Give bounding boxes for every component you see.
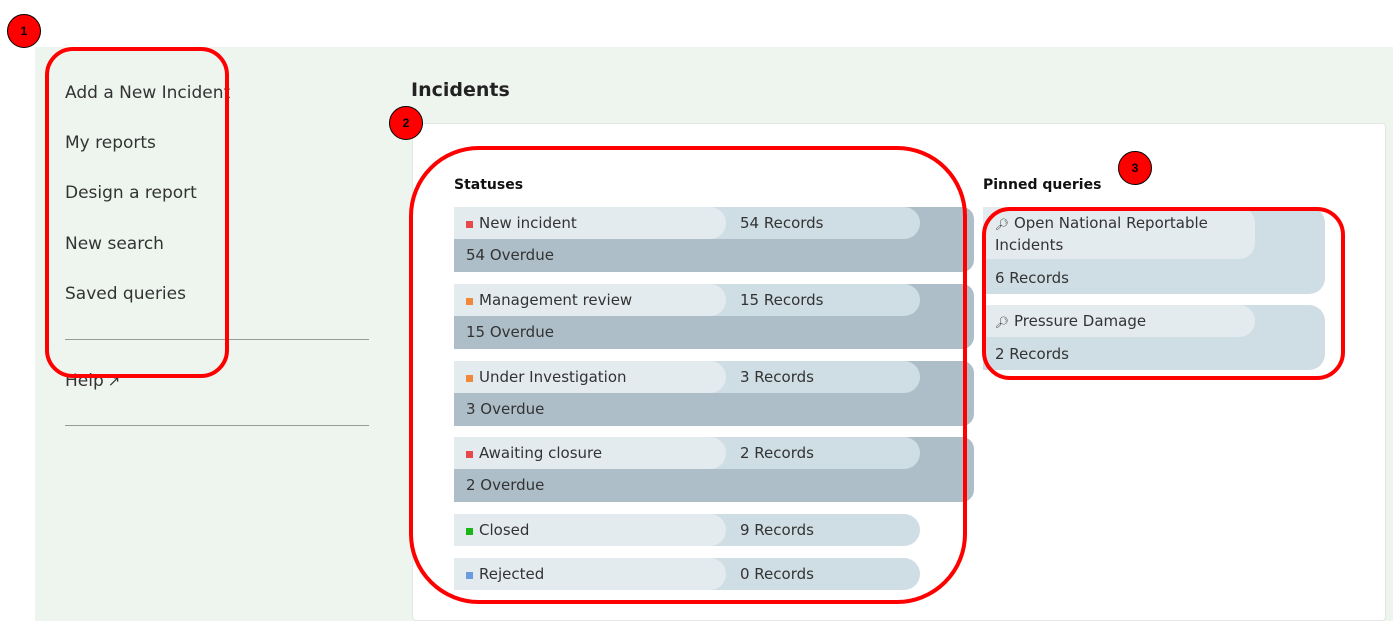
pinned-query-name: 🔍︎ Open National Reportable Incidents bbox=[995, 213, 1245, 255]
status-overdue-count: 2 Overdue bbox=[466, 476, 545, 494]
sidebar-item-my-reports[interactable]: My reports bbox=[65, 133, 156, 153]
page-title: Incidents bbox=[411, 79, 510, 101]
status-name: Rejected bbox=[479, 565, 545, 583]
search-icon: 🔍︎ bbox=[995, 316, 1009, 329]
sidebar-item-new-search[interactable]: New search bbox=[65, 234, 164, 254]
pinned-query-record-count: 6 Records bbox=[995, 269, 1069, 287]
status-name: Management review bbox=[479, 291, 633, 309]
status-color-dot bbox=[466, 528, 473, 535]
status-name: Closed bbox=[479, 521, 530, 539]
status-name: New incident bbox=[479, 214, 577, 232]
status-color-dot bbox=[466, 572, 473, 579]
external-link-icon: ↗ bbox=[107, 372, 121, 390]
sidebar-item-saved-queries[interactable]: Saved queries bbox=[65, 284, 186, 304]
status-record-count: 54 Records bbox=[740, 214, 824, 232]
status-record-count: 2 Records bbox=[740, 444, 814, 462]
status-overdue-count: 54 Overdue bbox=[466, 246, 554, 264]
sidebar-divider bbox=[65, 339, 369, 340]
status-color-dot bbox=[466, 298, 473, 305]
status-record-count: 0 Records bbox=[740, 565, 814, 583]
statuses-heading: Statuses bbox=[454, 177, 524, 193]
annotation-badge-3: 3 bbox=[1118, 151, 1152, 185]
status-record-count: 3 Records bbox=[740, 368, 814, 386]
pinned-query-name: 🔍︎ Pressure Damage bbox=[995, 311, 1245, 333]
incidents-app: Add a New Incident My reports Design a r… bbox=[35, 47, 1393, 621]
sidebar-divider bbox=[65, 425, 369, 426]
pinned-query-label: Pressure Damage bbox=[1013, 312, 1147, 330]
annotation-badge-2: 2 bbox=[389, 106, 423, 140]
status-name: Awaiting closure bbox=[479, 444, 603, 462]
status-overdue-count: 3 Overdue bbox=[466, 400, 545, 418]
sidebar-item-design-report[interactable]: Design a report bbox=[65, 183, 197, 203]
status-color-dot bbox=[466, 375, 473, 382]
pinned-query-open-national-reportable-incidents[interactable]: 🔍︎ Open National Reportable Incidents 6 R… bbox=[983, 207, 1325, 294]
status-color-dot bbox=[466, 451, 473, 458]
status-record-count: 9 Records bbox=[740, 521, 814, 539]
pinned-queries-heading: Pinned queries bbox=[983, 177, 1102, 193]
status-overdue-count: 15 Overdue bbox=[466, 323, 554, 341]
annotation-badge-1: 1 bbox=[7, 14, 41, 48]
status-record-count: 15 Records bbox=[740, 291, 824, 309]
search-icon: 🔍︎ bbox=[995, 218, 1009, 231]
incidents-panel: Statuses Pinned queries New incident 54 … bbox=[412, 123, 1386, 621]
sidebar-item-add-new-incident[interactable]: Add a New Incident bbox=[65, 83, 230, 103]
pinned-query-label: Open National Reportable Incidents bbox=[995, 214, 1208, 254]
status-color-dot bbox=[466, 221, 473, 228]
help-label: Help bbox=[65, 371, 104, 391]
sidebar-item-help[interactable]: Help ↗ bbox=[65, 371, 120, 391]
pinned-query-record-count: 2 Records bbox=[995, 345, 1069, 363]
status-name: Under Investigation bbox=[479, 368, 627, 386]
pinned-query-pressure-damage[interactable]: 🔍︎ Pressure Damage 2 Records bbox=[983, 305, 1325, 370]
